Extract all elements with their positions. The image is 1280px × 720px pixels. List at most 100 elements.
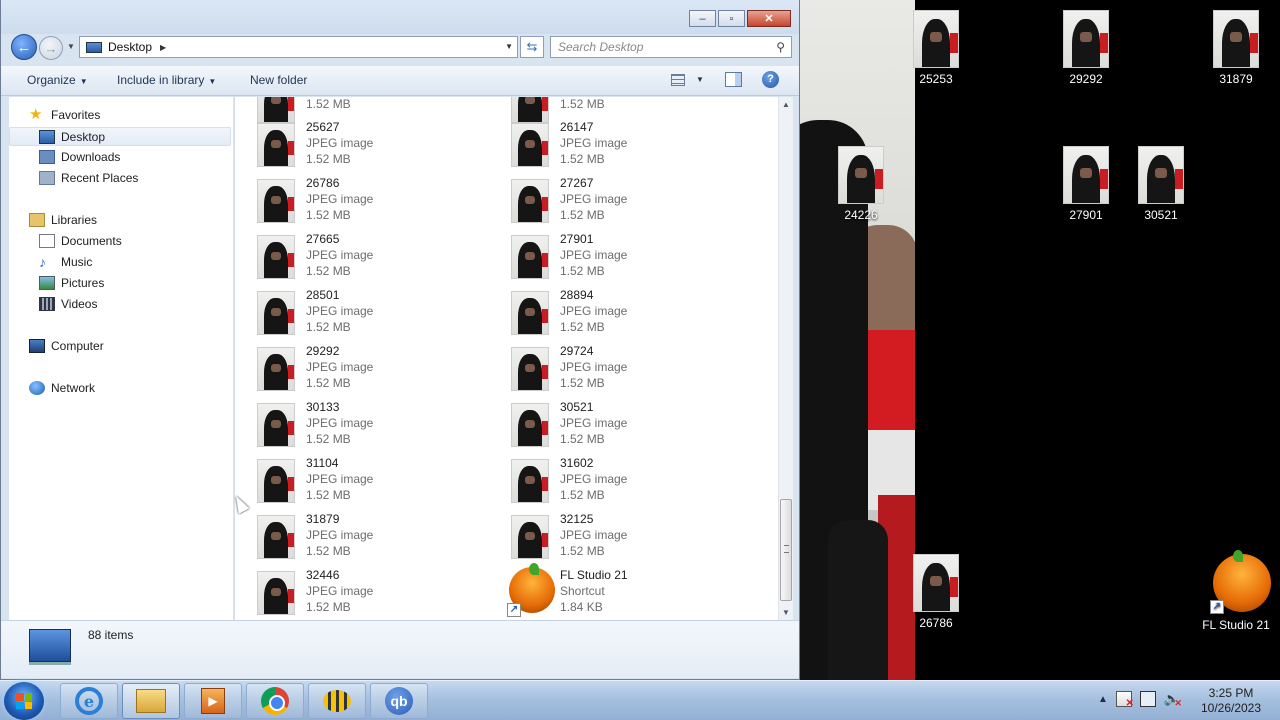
file-name: 27267: [560, 176, 594, 190]
search-input[interactable]: Search Desktop ⚲: [550, 36, 792, 58]
nav-network[interactable]: Network: [29, 381, 95, 395]
change-view-icon[interactable]: [671, 74, 685, 86]
folder-icon: [136, 689, 166, 713]
desktop-icon-26786[interactable]: 26786: [898, 554, 974, 630]
file-item-26147[interactable]: 26147 JPEG image 1.52 MB: [489, 119, 739, 171]
refresh-button[interactable]: ⇆: [520, 36, 544, 58]
nav-favorites[interactable]: ★ Favorites: [29, 106, 100, 123]
image-thumbnail-icon: [1213, 10, 1259, 68]
star-icon: ★: [29, 106, 43, 123]
nav-music[interactable]: ♪ Music: [39, 255, 92, 269]
file-item-fl-studio-21[interactable]: ↗ FL Studio 21 Shortcut 1.84 KB: [489, 563, 739, 619]
nav-computer[interactable]: Computer: [29, 339, 104, 353]
desktop-icon-31879[interactable]: 31879: [1198, 10, 1274, 86]
nav-pictures[interactable]: Pictures: [39, 276, 104, 290]
desktop-icon-30521[interactable]: 30521: [1123, 146, 1199, 222]
file-size: 1.52 MB: [560, 152, 605, 166]
image-thumbnail-icon: [838, 146, 884, 204]
file-type: JPEG image: [560, 248, 628, 262]
file-size: 1.52 MB: [560, 544, 605, 558]
new-folder-button[interactable]: New folder: [250, 73, 307, 87]
file-item-27901[interactable]: 27901 JPEG image 1.52 MB: [489, 231, 739, 283]
scrollbar-thumb[interactable]: [780, 499, 792, 601]
action-center-flag-icon[interactable]: ✕: [1115, 691, 1134, 709]
desktop-icon-27901[interactable]: 27901: [1048, 146, 1124, 222]
nav-downloads[interactable]: Downloads: [39, 150, 120, 164]
file-item-26786[interactable]: 26786 JPEG image 1.52 MB: [235, 175, 485, 227]
show-hidden-icons-icon[interactable]: ▲: [1098, 694, 1108, 705]
maximize-button[interactable]: ▫: [718, 10, 745, 27]
file-name: 31602: [560, 456, 594, 470]
address-row: ← → ▼ Desktop ▶ ▼ ⇆ Search Desktop ⚲: [1, 34, 801, 60]
file-name: 32446: [306, 568, 340, 582]
clock-time: 3:25 PM: [1208, 686, 1254, 700]
file-item-27267[interactable]: 27267 JPEG image 1.52 MB: [489, 175, 739, 227]
desktop-icon-fl-studio-21[interactable]: ↗ FL Studio 21: [1198, 550, 1274, 632]
file-type: JPEG image: [306, 472, 374, 486]
nav-recent-places[interactable]: Recent Places: [39, 171, 138, 185]
file-item-27665[interactable]: 27665 JPEG image 1.52 MB: [235, 231, 485, 283]
file-item-28894[interactable]: 28894 JPEG image 1.52 MB: [489, 287, 739, 339]
back-button[interactable]: ←: [11, 34, 37, 60]
clock[interactable]: 3:25 PM 10/26/2023: [1196, 686, 1266, 716]
search-icon[interactable]: ⚲: [776, 40, 785, 54]
vertical-scrollbar[interactable]: ▲ ▼: [778, 97, 793, 620]
file-item-31879[interactable]: 31879 JPEG image 1.52 MB: [235, 511, 485, 563]
desktop-icon-29292[interactable]: 29292: [1048, 10, 1124, 86]
start-button[interactable]: [4, 682, 44, 720]
address-bar[interactable]: Desktop ▶ ▼: [79, 36, 518, 58]
nav-videos[interactable]: Videos: [39, 297, 97, 311]
include-in-library-button[interactable]: Include in library ▼: [117, 73, 216, 87]
taskbar-windows-explorer[interactable]: [122, 683, 180, 719]
file-item-31104[interactable]: 31104 JPEG image 1.52 MB: [235, 455, 485, 507]
file-item-32125[interactable]: 32125 JPEG image 1.52 MB: [489, 511, 739, 563]
recent-pages-dropdown[interactable]: ▼: [67, 42, 75, 51]
image-thumbnail-icon: [511, 403, 549, 447]
file-type: JPEG image: [560, 528, 628, 542]
file-item-29292[interactable]: 29292 JPEG image 1.52 MB: [235, 343, 485, 395]
file-name: 29724: [560, 344, 594, 358]
libraries-icon: [29, 213, 45, 227]
breadcrumb-chevron-icon[interactable]: ▶: [160, 43, 166, 52]
scroll-up-icon[interactable]: ▲: [782, 100, 790, 109]
breadcrumb-desktop[interactable]: Desktop: [108, 40, 152, 54]
minimize-button[interactable]: ‒: [689, 10, 716, 27]
desktop-icon-25253[interactable]: 25253: [898, 10, 974, 86]
nav-desktop[interactable]: Desktop: [9, 127, 231, 146]
organize-button[interactable]: Organize ▼: [27, 73, 88, 87]
file-item-29724[interactable]: 29724 JPEG image 1.52 MB: [489, 343, 739, 395]
taskbar-bee-app[interactable]: [308, 683, 366, 719]
title-bar[interactable]: ‒ ▫ ✕: [1, 0, 799, 34]
desktop-icon-24226[interactable]: 24226: [823, 146, 899, 222]
image-thumbnail-icon: [257, 291, 295, 335]
file-item-25627[interactable]: 25627 JPEG image 1.52 MB: [235, 119, 485, 171]
taskbar-media-player[interactable]: ▶: [184, 683, 242, 719]
nav-libraries[interactable]: Libraries: [29, 213, 97, 227]
taskbar-chrome[interactable]: [246, 683, 304, 719]
nav-documents[interactable]: Documents: [39, 234, 122, 248]
details-pane: 88 items: [1, 620, 799, 678]
file-name: 28894: [560, 288, 594, 302]
scroll-down-icon[interactable]: ▼: [782, 608, 790, 617]
taskbar-internet-explorer[interactable]: e: [60, 683, 118, 719]
taskbar-qbittorrent[interactable]: qb: [370, 683, 428, 719]
image-thumbnail-icon: [1063, 146, 1109, 204]
help-icon[interactable]: ?: [762, 71, 779, 88]
file-item-28501[interactable]: 28501 JPEG image 1.52 MB: [235, 287, 485, 339]
forward-button[interactable]: →: [39, 36, 63, 60]
file-item-32446[interactable]: 32446 JPEG image 1.52 MB: [235, 567, 485, 619]
file-item-30133[interactable]: 30133 JPEG image 1.52 MB: [235, 399, 485, 451]
file-type: JPEG image: [306, 304, 374, 318]
address-dropdown-icon[interactable]: ▼: [505, 42, 513, 51]
image-thumbnail-icon: [257, 459, 295, 503]
command-bar: Organize ▼ Include in library ▼ New folder…: [1, 66, 799, 96]
volume-muted-icon[interactable]: 🔈 ✕: [1164, 691, 1182, 708]
file-item-31602[interactable]: 31602 JPEG image 1.52 MB: [489, 455, 739, 507]
view-options-dropdown[interactable]: ▼: [696, 75, 704, 84]
close-button[interactable]: ✕: [747, 10, 791, 27]
network-status-icon[interactable]: [1139, 691, 1156, 707]
preview-pane-icon[interactable]: [725, 72, 742, 87]
file-type: JPEG image: [306, 528, 374, 542]
file-type: JPEG image: [560, 192, 628, 206]
file-item-30521[interactable]: 30521 JPEG image 1.52 MB: [489, 399, 739, 451]
